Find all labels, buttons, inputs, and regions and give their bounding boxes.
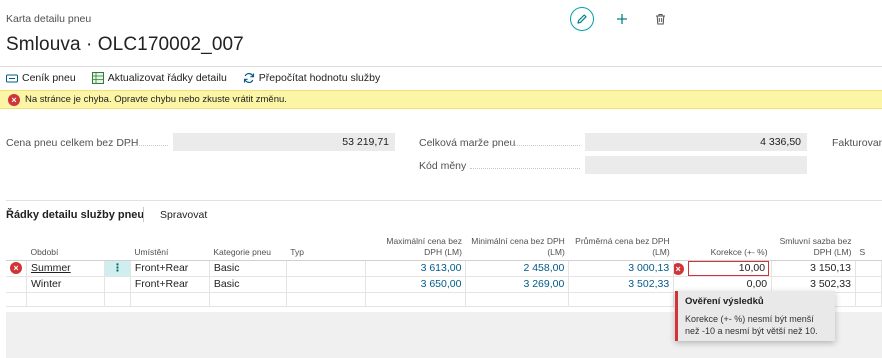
currency-label: Kód měny	[419, 160, 467, 172]
avg-price-cell[interactable]: 3 000,13	[568, 260, 675, 277]
trash-icon	[655, 14, 665, 25]
type-col-header[interactable]: Typ	[286, 232, 366, 261]
empty-cell[interactable]	[286, 292, 366, 307]
contract-rate-col-header[interactable]: Smluvní sazba bez DPH (LM)	[771, 232, 856, 261]
pencil-icon	[577, 14, 587, 24]
empty-cell[interactable]	[465, 292, 570, 307]
type-cell[interactable]	[286, 276, 366, 293]
edit-button[interactable]	[570, 7, 594, 31]
row-error-indicator	[6, 276, 27, 293]
invoiced-label: Fakturované	[832, 137, 882, 149]
price-total-field: 53 219,71	[173, 133, 395, 151]
delete-button[interactable]	[648, 7, 672, 31]
price-total-label: Cena pneu celkem bez DPH	[6, 137, 139, 149]
error-banner-text: Na stránce je chyba. Opravte chybu nebo …	[25, 94, 287, 105]
update-lines-label: Aktualizovat řádky detailu	[107, 72, 227, 84]
status-col-header	[6, 232, 27, 261]
correction-cell[interactable]: 0,00	[673, 276, 773, 293]
more-vertical-icon: ⋮	[112, 262, 123, 274]
margin-label: Celková marže pneu	[419, 137, 516, 149]
correction-cell[interactable]: × 10,00	[673, 260, 773, 277]
page-caption: Karta detailu pneu	[6, 13, 92, 25]
max-price-col-header[interactable]: Maximální cena bez DPH (LM)	[365, 232, 466, 261]
currency-dots	[470, 168, 580, 169]
action-bar: Ceník pneu Aktualizovat řádky detailu Př…	[6, 72, 380, 84]
plus-icon	[617, 14, 627, 24]
currency-field[interactable]	[585, 156, 807, 174]
contract-rate-cell[interactable]: 3 150,13	[771, 260, 856, 277]
header-divider	[0, 66, 882, 67]
margin-field: 4 336,50	[585, 133, 807, 151]
next-col-header[interactable]: S	[855, 232, 882, 261]
manage-button[interactable]: Spravovat	[160, 209, 207, 221]
next-cell[interactable]	[855, 260, 882, 277]
error-icon: ×	[8, 93, 20, 106]
period-link[interactable]: Summer	[31, 262, 71, 274]
validation-tooltip: Ověření výsledků Korekce (+- %) nesmí bý…	[675, 291, 835, 341]
category-col-header[interactable]: Kategorie pneu	[209, 232, 287, 261]
type-cell[interactable]	[286, 260, 366, 277]
category-cell[interactable]: Basic	[209, 260, 287, 277]
row-error-indicator: ×	[6, 260, 27, 277]
error-banner: × Na stránce je chyba. Opravte chybu neb…	[0, 90, 882, 109]
min-price-cell[interactable]: 3 269,00	[465, 276, 570, 293]
max-price-cell[interactable]: 3 613,00	[365, 260, 467, 277]
max-price-cell[interactable]: 3 650,00	[365, 276, 467, 293]
location-col-header[interactable]: Umístění	[130, 232, 210, 261]
error-icon: ×	[10, 262, 22, 274]
empty-cell[interactable]	[365, 292, 467, 307]
location-cell[interactable]: Front+Rear	[130, 260, 210, 277]
empty-cell[interactable]	[568, 292, 675, 307]
margin-dots	[510, 145, 580, 146]
recalculate-icon	[243, 72, 254, 84]
new-button[interactable]	[610, 7, 634, 31]
row-menu-cell[interactable]	[104, 276, 131, 293]
price-list-label: Ceník pneu	[22, 72, 76, 84]
price-list-action[interactable]: Ceník pneu	[6, 72, 76, 84]
menu-col-header	[104, 232, 131, 261]
empty-cell[interactable]	[26, 292, 105, 307]
lines-section-title: Řádky detailu služby pneu	[6, 209, 145, 221]
page-title: Smlouva · OLC170002_007	[6, 34, 244, 55]
recalculate-action[interactable]: Přepočítat hodnotu služby	[243, 72, 380, 84]
tooltip-text: Korekce (+- %) nesmí být menší než -10 a…	[685, 314, 818, 336]
table-row[interactable]: Winter Front+Rear Basic 3 650,00 3 269,0…	[6, 276, 882, 293]
min-price-cell[interactable]: 2 458,00	[465, 260, 570, 277]
price-list-icon	[6, 74, 18, 82]
tooltip-title: Ověření výsledků	[685, 296, 764, 307]
recalculate-label: Přepočítat hodnotu služby	[258, 72, 381, 84]
min-price-col-header[interactable]: Minimální cena bez DPH (LM)	[465, 232, 569, 261]
category-cell[interactable]: Basic	[209, 276, 287, 293]
avg-price-col-header[interactable]: Průměrná cena bez DPH (LM)	[568, 232, 674, 261]
field-error-icon: ×	[673, 262, 685, 275]
section-separator	[143, 207, 144, 222]
period-cell[interactable]: Summer	[26, 260, 105, 277]
sheet-refresh-icon	[91, 72, 104, 84]
row-menu-button[interactable]: ⋮	[104, 260, 131, 277]
contract-rate-cell[interactable]: 3 502,33	[771, 276, 856, 293]
location-cell[interactable]: Front+Rear	[130, 276, 210, 293]
period-col-header[interactable]: Období	[26, 232, 105, 261]
price-total-dots	[128, 145, 168, 146]
table-row[interactable]: × Summer ⋮ Front+Rear Basic 3 613,00 2 4…	[6, 260, 882, 277]
section-divider	[6, 200, 882, 201]
empty-cell[interactable]	[209, 292, 287, 307]
next-cell[interactable]	[855, 276, 882, 293]
correction-col-header[interactable]: Korekce (+- %)	[673, 232, 772, 261]
correction-input[interactable]: 10,00	[688, 260, 770, 275]
update-lines-action[interactable]: Aktualizovat řádky detailu	[91, 72, 227, 84]
empty-cell	[6, 292, 27, 307]
empty-cell[interactable]	[855, 292, 882, 307]
avg-price-cell[interactable]: 3 502,33	[568, 276, 675, 293]
period-cell[interactable]: Winter	[26, 276, 105, 293]
empty-cell[interactable]	[104, 292, 131, 307]
empty-cell[interactable]	[130, 292, 210, 307]
